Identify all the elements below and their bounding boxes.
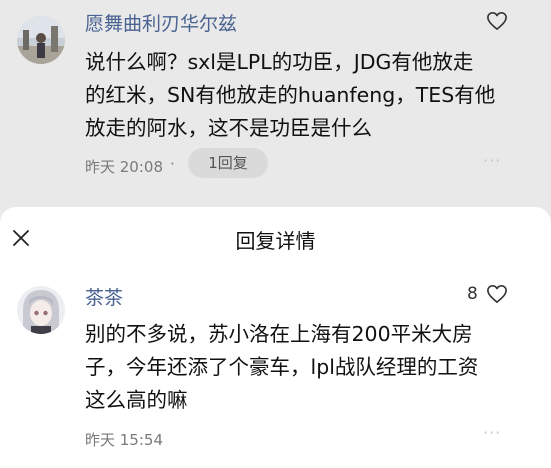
- heart-outline-icon[interactable]: [486, 284, 508, 304]
- comment-username[interactable]: 愿舞曲利刃华尔兹: [85, 9, 237, 36]
- reply-details-panel: 回复详情 茶茶 8 别的不多说，苏小洛在上海有200平米大房 子，今年还添了个豪…: [0, 207, 551, 468]
- reply-line: 子，今年还添了个豪车，lpl战队经理的工资: [85, 355, 479, 379]
- parent-comment: 愿舞曲利刃华尔兹 说什么啊？sxl是LPL的功臣，JDG有他放走 的红米，SN有…: [0, 0, 551, 225]
- reply-like-count: 8: [467, 284, 478, 304]
- more-options-icon[interactable]: ···: [483, 423, 501, 442]
- reply-username[interactable]: 茶茶: [85, 283, 123, 310]
- reply-count-button[interactable]: 1回复: [188, 148, 268, 178]
- reply-line: 别的不多说，苏小洛在上海有200平米大房: [85, 322, 473, 346]
- comment-line: 的红米，SN有他放走的huanfeng，TES有他: [85, 83, 496, 107]
- meta-separator: ·: [170, 155, 175, 173]
- comment-content: 说什么啊？sxl是LPL的功臣，JDG有他放走 的红米，SN有他放走的huanf…: [85, 46, 540, 145]
- reply-user-avatar[interactable]: [17, 286, 65, 334]
- comment-line: 放走的阿水，这不是功臣是什么: [85, 116, 372, 140]
- reply-line: 这么高的嘛: [85, 388, 188, 412]
- heart-outline-icon[interactable]: [486, 11, 508, 31]
- comment-timestamp: 昨天 20:08: [85, 158, 163, 176]
- comment-line: 说什么啊？sxl是LPL的功臣，JDG有他放走: [85, 50, 474, 74]
- reply-timestamp: 昨天 15:54: [85, 431, 163, 449]
- panel-title: 回复详情: [235, 229, 316, 253]
- more-options-icon[interactable]: ···: [483, 151, 501, 170]
- reply-content: 别的不多说，苏小洛在上海有200平米大房 子，今年还添了个豪车，lpl战队经理的…: [85, 318, 540, 417]
- user-avatar[interactable]: [17, 16, 65, 64]
